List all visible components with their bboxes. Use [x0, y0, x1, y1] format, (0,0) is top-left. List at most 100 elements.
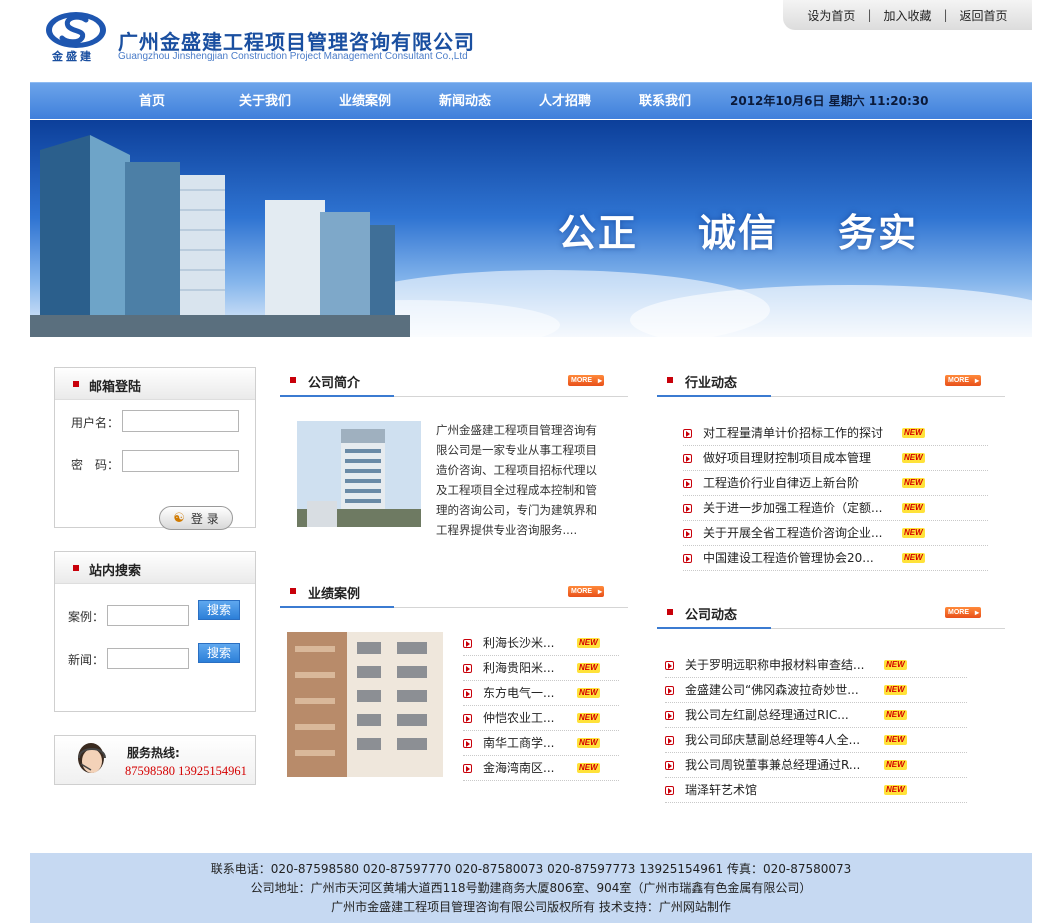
industry-more-button[interactable]: MORE: [945, 375, 981, 386]
nav-item-news[interactable]: 新闻动态: [439, 83, 491, 120]
office-building-photo[interactable]: [297, 421, 421, 527]
new-badge: NEW: [577, 688, 600, 698]
new-badge: NEW: [884, 760, 907, 770]
company-news-more-button[interactable]: MORE: [945, 607, 981, 618]
new-badge: NEW: [902, 453, 925, 463]
arrow-icon: [463, 739, 472, 748]
list-item[interactable]: 仲恺农业工... NEW: [463, 706, 619, 731]
new-badge: NEW: [884, 660, 907, 670]
list-item[interactable]: 瑞泽轩艺术馆 NEW: [665, 778, 967, 803]
site-search-box: 站内搜索 案例： 搜索 新闻： 搜索: [54, 551, 256, 712]
company-news-title[interactable]: 我公司左红副总经理通过RIC...: [685, 703, 849, 728]
company-news-title[interactable]: 我公司邱庆慧副总经理等4人全...: [685, 728, 860, 753]
nav-item-home[interactable]: 首页: [139, 83, 165, 120]
logo-text: 金盛建: [52, 50, 94, 63]
arrow-icon: [683, 504, 692, 513]
new-badge: NEW: [577, 713, 600, 723]
intro-more-button[interactable]: MORE: [568, 375, 604, 386]
login-box-header: 邮箱登陆: [55, 368, 255, 400]
username-input[interactable]: [122, 410, 239, 432]
list-item[interactable]: 对工程量清单计价招标工作的探讨 NEW: [683, 421, 988, 446]
nav-item-cases[interactable]: 业绩案例: [339, 83, 391, 120]
add-favorite-link[interactable]: 加入收藏: [883, 7, 931, 24]
bullet-icon: [290, 588, 296, 594]
case-search-button[interactable]: 搜索: [198, 600, 240, 620]
list-item[interactable]: 关于进一步加强工程造价（定额... NEW: [683, 496, 988, 521]
login-button[interactable]: ☯ 登 录: [159, 506, 233, 530]
password-input[interactable]: [122, 450, 239, 472]
company-news-title[interactable]: 我公司周锐董事兼总经理通过R...: [685, 753, 860, 778]
list-item[interactable]: 利海长沙米... NEW: [463, 631, 619, 656]
customer-service-agent-icon: [75, 743, 109, 784]
list-item[interactable]: 金海湾南区... NEW: [463, 756, 619, 781]
nav-item-jobs[interactable]: 人才招聘: [539, 83, 591, 120]
company-news-title[interactable]: 瑞泽轩艺术馆: [685, 778, 757, 803]
nav-item-about[interactable]: 关于我们: [239, 83, 291, 120]
section-underline: [280, 606, 394, 608]
list-item[interactable]: 工程造价行业自律迈上新台阶 NEW: [683, 471, 988, 496]
new-badge: NEW: [902, 478, 925, 488]
arrow-icon: [683, 554, 692, 563]
list-item[interactable]: 南华工商学... NEW: [463, 731, 619, 756]
industry-news-title[interactable]: 对工程量清单计价招标工作的探讨: [703, 421, 883, 446]
login-button-label: 登 录: [190, 511, 219, 526]
case-item-title[interactable]: 金海湾南区...: [483, 756, 554, 781]
industry-news-title[interactable]: 关于开展全省工程造价咨询企业...: [703, 521, 882, 546]
back-home-link[interactable]: 返回首页: [960, 7, 1008, 24]
bullet-icon: [667, 609, 673, 615]
bullet-icon: [73, 565, 79, 571]
list-item[interactable]: 关于开展全省工程造价咨询企业... NEW: [683, 521, 988, 546]
footer-copyright: 广州市金盛建工程项目管理咨询有限公司版权所有 技术支持：广州网站制作: [331, 900, 731, 914]
industry-news-title[interactable]: 关于进一步加强工程造价（定额...: [703, 496, 882, 521]
arrow-icon: [665, 736, 674, 745]
case-item-title[interactable]: 仲恺农业工...: [483, 706, 554, 731]
company-news-title[interactable]: 金盛建公司“佛冈森波拉奇妙世...: [685, 678, 859, 703]
footer-contact: 联系电话：020-87598580 020-87597770 020-87580…: [210, 862, 852, 876]
arrow-icon: [665, 686, 674, 695]
industry-section-title: 行业动态: [685, 376, 738, 391]
bullet-icon: [290, 377, 296, 383]
intro-text: 广州金盛建工程项目管理咨询有限公司是一家专业从事工程项目造价咨询、工程项目招标代…: [436, 423, 597, 537]
list-item[interactable]: 金盛建公司“佛冈森波拉奇妙世... NEW: [665, 678, 967, 703]
company-news-title[interactable]: 关于罗明远职称申报材料审查结...: [685, 653, 864, 678]
slogan-pragmatism: 务实: [838, 211, 919, 255]
industry-news-title[interactable]: 中国建设工程造价管理协会20...: [703, 546, 874, 571]
company-name-en: Guangzhou Jinshengjian Construction Proj…: [118, 51, 468, 62]
list-item[interactable]: 我公司周锐董事兼总经理通过R... NEW: [665, 753, 967, 778]
news-search-input[interactable]: [107, 648, 189, 669]
login-box-title: 邮箱登陆: [89, 380, 142, 395]
case-item-title[interactable]: 东方电气一...: [483, 681, 554, 706]
hero-banner: 公正 诚信 务实: [30, 120, 1032, 337]
industry-news-title[interactable]: 做好项目理财控制项目成本管理: [703, 446, 871, 471]
case-item-title[interactable]: 利海贵阳米...: [483, 656, 554, 681]
news-search-button[interactable]: 搜索: [198, 643, 240, 663]
company-logo[interactable]: 金盛建: [42, 8, 110, 64]
cases-section-title: 业绩案例: [308, 587, 361, 602]
arrow-icon: [463, 764, 472, 773]
nav-item-contact[interactable]: 联系我们: [639, 83, 691, 120]
mail-login-box: 邮箱登陆 用户名： 密 码： ☯ 登 录: [54, 367, 256, 530]
cases-more-button[interactable]: MORE: [568, 586, 604, 597]
list-item[interactable]: 关于罗明远职称申报材料审查结... NEW: [665, 653, 967, 678]
new-badge: NEW: [577, 638, 600, 648]
set-homepage-link[interactable]: 设为首页: [807, 7, 855, 24]
case-search-label: 案例：: [68, 610, 105, 624]
main-nav: 首页 关于我们 业绩案例 新闻动态 人才招聘 联系我们 2012年10月6日 星…: [30, 82, 1032, 119]
new-badge: NEW: [884, 710, 907, 720]
industry-news-title[interactable]: 工程造价行业自律迈上新台阶: [703, 471, 859, 496]
list-item[interactable]: 做好项目理财控制项目成本管理 NEW: [683, 446, 988, 471]
list-item[interactable]: 东方电气一... NEW: [463, 681, 619, 706]
service-hotline: 服务热线: 87598580 13925154961: [54, 735, 256, 785]
list-item[interactable]: 利海贵阳米... NEW: [463, 656, 619, 681]
arrow-icon: [665, 761, 674, 770]
list-item[interactable]: 中国建设工程造价管理协会20... NEW: [683, 546, 988, 571]
username-label: 用户名：: [71, 416, 120, 430]
list-item[interactable]: 我公司邱庆慧副总经理等4人全... NEW: [665, 728, 967, 753]
case-item-title[interactable]: 利海长沙米...: [483, 631, 554, 656]
case-item-title[interactable]: 南华工商学...: [483, 731, 554, 756]
case-search-input[interactable]: [107, 605, 189, 626]
apartment-building-photo[interactable]: [287, 632, 443, 777]
list-item[interactable]: 我公司左红副总经理通过RIC... NEW: [665, 703, 967, 728]
company-news-list: 关于罗明远职称申报材料审查结... NEW 金盛建公司“佛冈森波拉奇妙世... NE…: [665, 653, 967, 803]
new-badge: NEW: [577, 763, 600, 773]
